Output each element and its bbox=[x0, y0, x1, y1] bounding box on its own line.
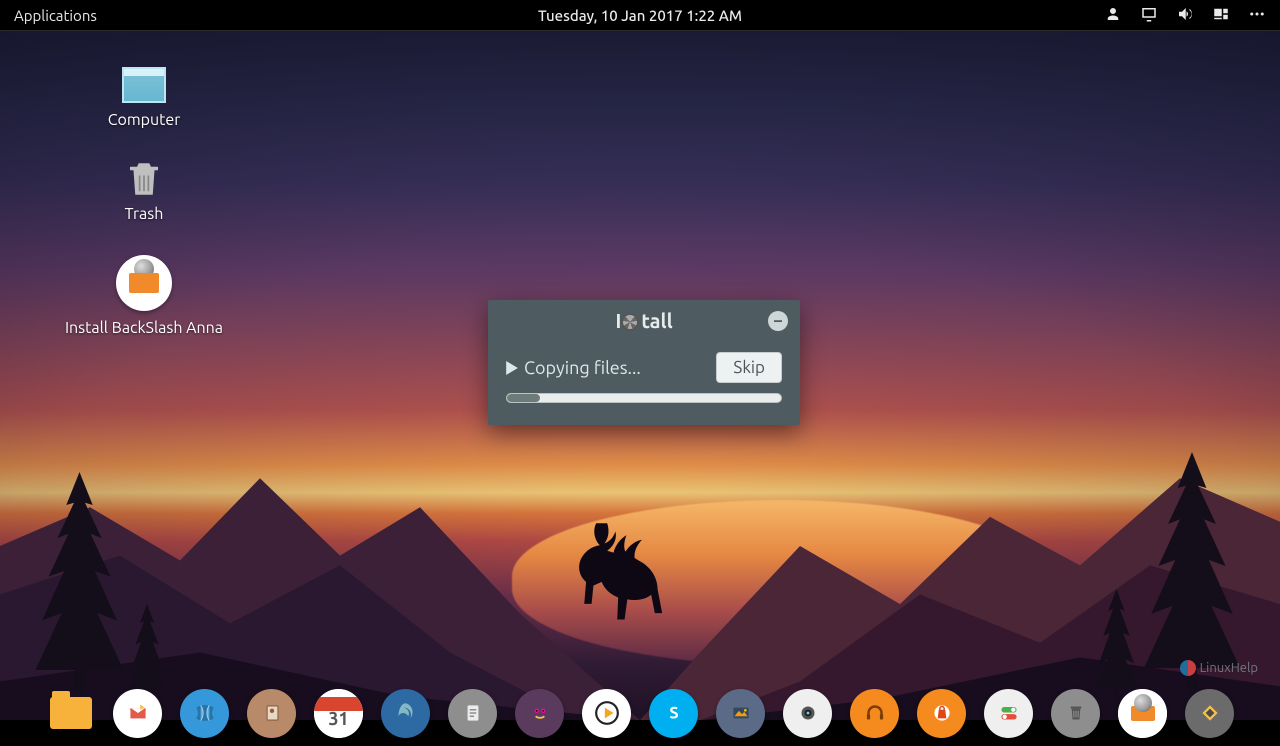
spinner-icon bbox=[621, 313, 639, 331]
user-icon[interactable] bbox=[1104, 5, 1122, 26]
dock-contacts[interactable] bbox=[247, 689, 296, 738]
dock-mail[interactable] bbox=[113, 689, 162, 738]
dock: 31 S bbox=[0, 680, 1280, 746]
computer-icon bbox=[122, 67, 166, 103]
more-icon[interactable] bbox=[1248, 5, 1266, 26]
progress-bar bbox=[506, 393, 782, 403]
dialog-titlebar[interactable]: Itall – bbox=[488, 300, 800, 340]
progress-fill bbox=[507, 394, 540, 402]
dock-google-earth[interactable] bbox=[381, 689, 430, 738]
dock-skype[interactable]: S bbox=[649, 689, 698, 738]
dock-updater[interactable] bbox=[1185, 689, 1234, 738]
dock-software[interactable] bbox=[917, 689, 966, 738]
dock-settings[interactable] bbox=[984, 689, 1033, 738]
dialog-title: Itall bbox=[615, 309, 672, 332]
status-text: Copying files... bbox=[524, 358, 641, 378]
dock-browser[interactable] bbox=[180, 689, 229, 738]
dock-camera[interactable] bbox=[783, 689, 832, 738]
dock-calendar[interactable]: 31 bbox=[314, 689, 363, 738]
skip-button[interactable]: Skip bbox=[716, 352, 782, 383]
systray bbox=[1104, 5, 1280, 26]
trash-icon bbox=[122, 161, 166, 197]
minimize-button[interactable]: – bbox=[768, 311, 788, 331]
dock-files[interactable] bbox=[46, 689, 95, 738]
linuxhelp-icon bbox=[1180, 660, 1196, 676]
desktop-icon-computer[interactable]: Computer bbox=[64, 67, 224, 129]
workspaces-icon[interactable] bbox=[1212, 5, 1230, 26]
watermark: LinuxHelp bbox=[1180, 660, 1258, 676]
dock-text-editor[interactable] bbox=[448, 689, 497, 738]
clock[interactable]: Tuesday, 10 Jan 2017 1:22 AM bbox=[538, 7, 742, 24]
dock-installer[interactable] bbox=[1118, 689, 1167, 738]
dock-media-player[interactable] bbox=[582, 689, 631, 738]
installer-icon bbox=[116, 255, 172, 311]
dock-headphones[interactable] bbox=[850, 689, 899, 738]
dock-photos[interactable] bbox=[716, 689, 765, 738]
display-icon[interactable] bbox=[1140, 5, 1158, 26]
desktop-icon-trash[interactable]: Trash bbox=[64, 161, 224, 223]
desktop-icon-install[interactable]: Install BackSlash Anna bbox=[64, 255, 224, 337]
desktop-icon-label: Computer bbox=[108, 111, 181, 129]
desktop-icon-label: Trash bbox=[125, 205, 164, 223]
dock-gaming[interactable] bbox=[515, 689, 564, 738]
desktop-icon-label: Install BackSlash Anna bbox=[65, 319, 223, 337]
top-menu-bar: Applications Tuesday, 10 Jan 2017 1:22 A… bbox=[0, 0, 1280, 30]
install-dialog: Itall – Copying files... Skip bbox=[488, 300, 800, 425]
applications-menu[interactable]: Applications bbox=[0, 7, 97, 24]
volume-icon[interactable] bbox=[1176, 5, 1194, 26]
dock-trash[interactable] bbox=[1051, 689, 1100, 738]
expand-icon[interactable] bbox=[506, 361, 518, 375]
